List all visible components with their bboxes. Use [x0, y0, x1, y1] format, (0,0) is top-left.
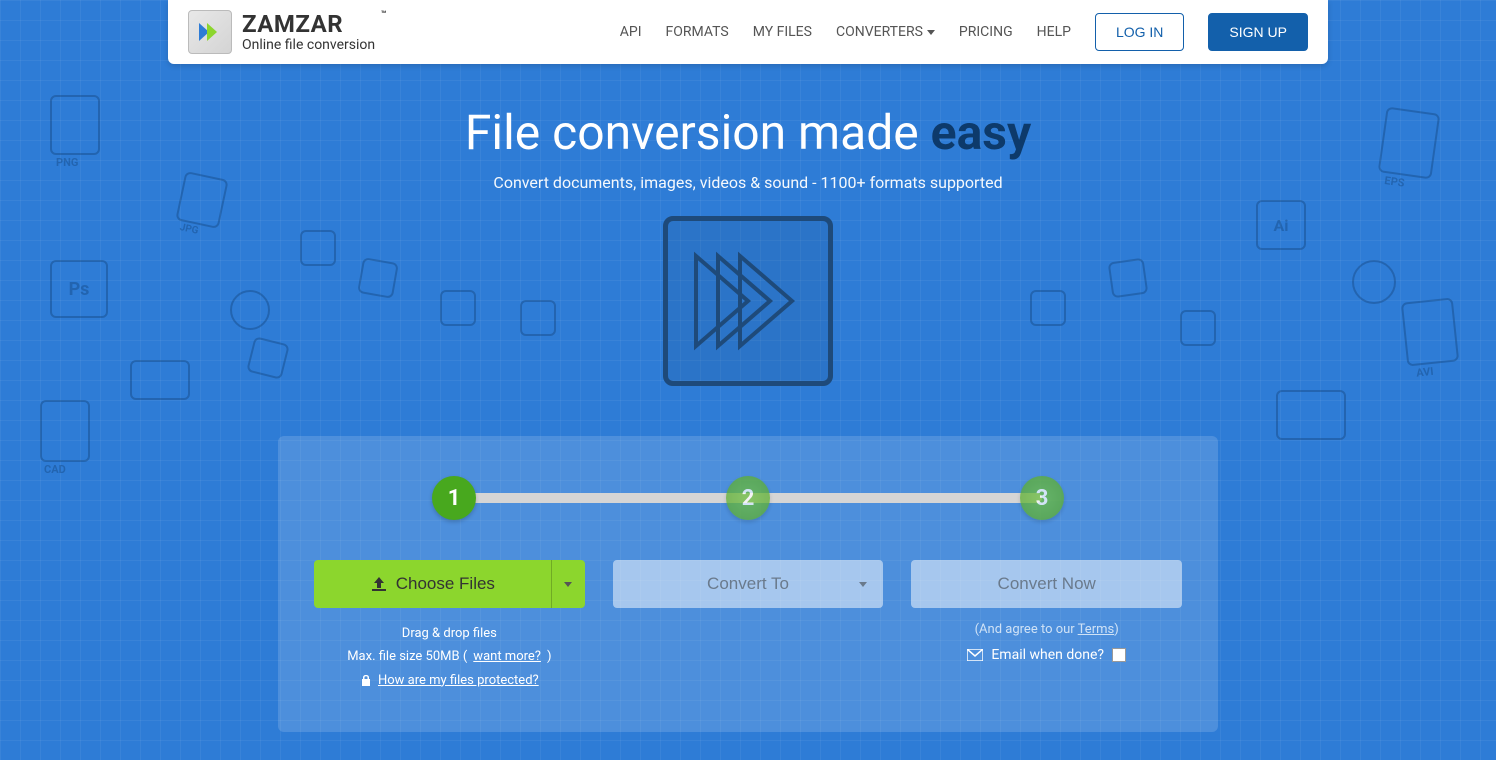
converter-panel: 1 2 3 Choose Files Drag & drop files Max… [278, 436, 1218, 732]
choose-files-button[interactable]: Choose Files [314, 560, 551, 608]
choose-files-dropdown[interactable] [551, 560, 585, 608]
lock-icon [360, 674, 372, 687]
navbar: ZAMZAR™ Online file conversion API FORMA… [168, 0, 1328, 64]
hero-subtitle: Convert documents, images, videos & soun… [0, 173, 1496, 192]
hero-title: File conversion made easy [0, 104, 1496, 161]
brand-tagline: Online file conversion [242, 38, 375, 53]
maxsize-hint: Max. file size 50MB (want more?) [314, 645, 585, 668]
step-1: 1 [432, 476, 476, 520]
nav-formats[interactable]: FORMATS [666, 24, 729, 40]
want-more-link[interactable]: want more? [473, 645, 541, 668]
convert-to-select[interactable]: Convert To [613, 560, 884, 608]
chevron-down-icon [564, 582, 572, 587]
login-button[interactable]: LOG IN [1095, 13, 1184, 51]
email-when-done-checkbox[interactable] [1112, 648, 1126, 662]
brand-name: ZAMZAR™ [242, 11, 375, 37]
step-indicator: 1 2 3 [314, 476, 1182, 520]
chevron-down-icon [927, 30, 935, 35]
nav-api[interactable]: API [620, 24, 642, 40]
nav-help[interactable]: HELP [1037, 24, 1071, 40]
step-3: 3 [1020, 476, 1064, 520]
files-protected-link[interactable]: How are my files protected? [378, 669, 539, 692]
terms-link[interactable]: Terms [1078, 622, 1115, 637]
upload-icon [370, 576, 388, 592]
terms-agree: (And agree to our Terms) [911, 622, 1182, 637]
hero: File conversion made easy Convert docume… [0, 104, 1496, 386]
logo[interactable]: ZAMZAR™ Online file conversion [188, 10, 375, 54]
hero-arrows-icon [663, 216, 833, 386]
envelope-icon [967, 649, 983, 661]
nav-pricing[interactable]: PRICING [959, 24, 1013, 40]
logo-icon [188, 10, 232, 54]
signup-button[interactable]: SIGN UP [1208, 13, 1308, 51]
step-2: 2 [726, 476, 770, 520]
nav-myfiles[interactable]: MY FILES [753, 24, 812, 40]
nav-converters[interactable]: CONVERTERS [836, 24, 935, 40]
drag-drop-hint: Drag & drop files [314, 622, 585, 645]
chevron-down-icon [859, 582, 867, 587]
email-when-done-label: Email when done? [991, 647, 1104, 663]
convert-now-button[interactable]: Convert Now [911, 560, 1182, 608]
